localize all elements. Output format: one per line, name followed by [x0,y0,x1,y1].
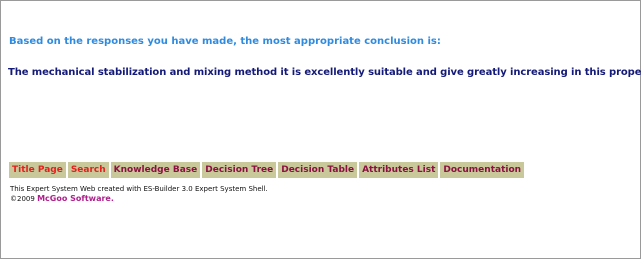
nav-attributes-list-link[interactable]: Attributes List [359,162,439,178]
nav-knowledge-base-link[interactable]: Knowledge Base [110,162,201,178]
nav-title-page-link[interactable]: Title Page [9,162,66,178]
nav-decision-table-link[interactable]: Decision Table [278,162,358,178]
footer-copyright-line: ©2009 McGoo Software. [10,194,268,204]
footer-brand-link[interactable]: McGoo Software. [37,194,114,203]
nav-search-link[interactable]: Search [67,162,109,178]
nav-bar: Title Page Search Knowledge Base Decisio… [9,162,525,178]
nav-documentation-link[interactable]: Documentation [440,162,525,178]
conclusion-intro: Based on the responses you have made, th… [9,36,441,47]
footer-credit: This Expert System Web created with ES-B… [10,185,268,193]
footer-copyright: ©2009 [10,195,35,203]
page-frame: Based on the responses you have made, th… [0,0,641,259]
nav-decision-tree-link[interactable]: Decision Tree [202,162,277,178]
footer: This Expert System Web created with ES-B… [10,184,268,204]
conclusion-text: The mechanical stabilization and mixing … [8,67,641,78]
